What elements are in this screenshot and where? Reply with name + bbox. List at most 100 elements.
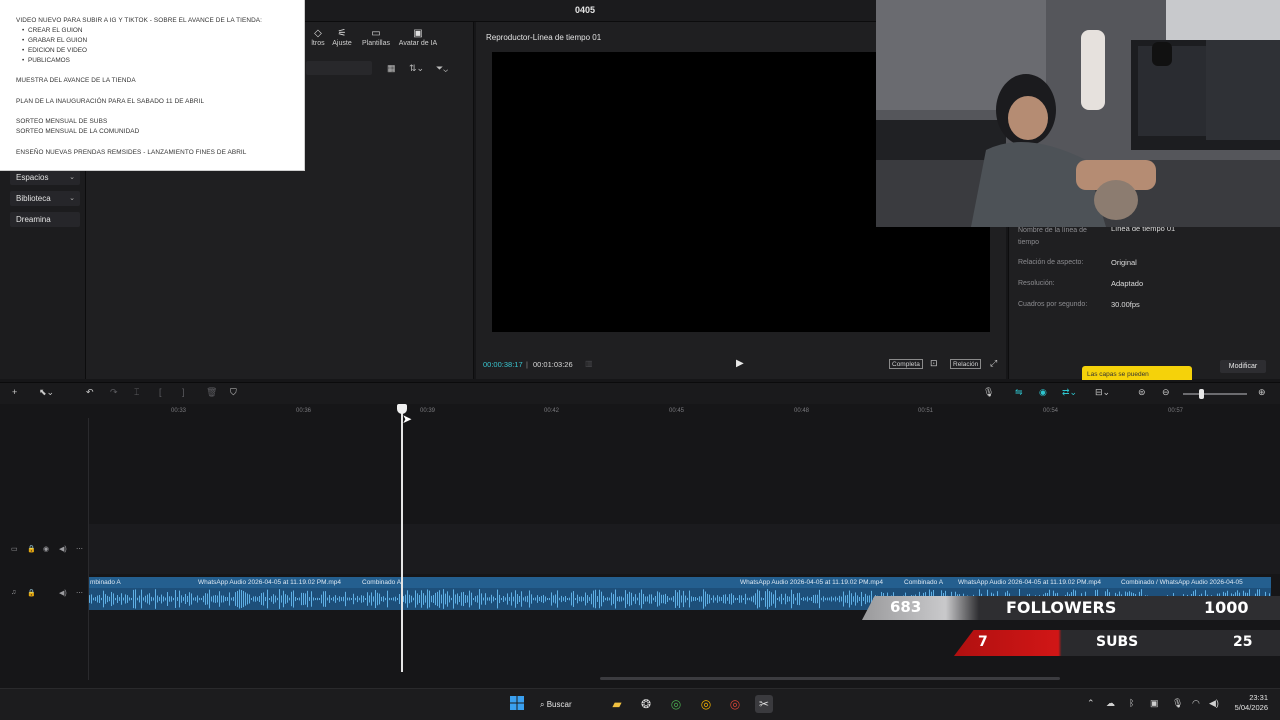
more-icon[interactable]: ⋯ (76, 589, 83, 597)
snap-icon[interactable]: ⇄⌄ (1062, 387, 1077, 398)
trim-right-icon[interactable]: ] (182, 387, 185, 397)
zoom-out-icon[interactable]: ⊖ (1162, 387, 1170, 398)
tick-label: 00:36 (296, 408, 312, 414)
microphone-icon[interactable]: 🎙 (1172, 698, 1183, 709)
undo-icon[interactable]: ↶ (86, 387, 94, 398)
waveform-bar (753, 595, 754, 603)
waveform-bar (119, 597, 120, 601)
waveform-bar (641, 589, 642, 609)
taskbar-search-button[interactable]: ⌕ Buscar (540, 696, 592, 713)
speaker-icon[interactable]: ◀) (59, 589, 67, 597)
eye-icon[interactable]: ◉ (43, 545, 49, 553)
modify-button[interactable]: Modificar (1220, 360, 1266, 373)
microphone-icon[interactable]: 🎙 (983, 387, 994, 398)
magnet-icon[interactable]: ◉ (1039, 387, 1047, 398)
sidebar-item-espacios[interactable]: Espacios ⌄ (10, 170, 80, 185)
waveform-bar (379, 593, 380, 605)
chrome-icon[interactable]: ◎ (726, 695, 744, 713)
clip-label: WhatsApp Audio 2026-04-05 at 11.19.02 PM… (958, 579, 1101, 586)
waveform-bar (439, 590, 440, 608)
zoom-slider[interactable] (1183, 393, 1247, 395)
media-search-input[interactable] (306, 61, 372, 75)
video-track-lane[interactable] (89, 524, 1280, 574)
timecode-icon[interactable]: ▥ (585, 359, 593, 368)
toolbar-templates-button[interactable]: ▭ Plantillas (356, 28, 396, 50)
waveform-bar (321, 594, 322, 604)
waveform-bar (609, 597, 610, 601)
waveform-bar (261, 593, 262, 605)
zoom-in-icon[interactable]: ⊕ (1258, 387, 1266, 398)
zoom-slider-handle[interactable] (1199, 389, 1204, 399)
timeline-scrollbar[interactable] (600, 677, 1060, 680)
waveform-bar (307, 590, 308, 608)
toolbar-avatar-button[interactable]: ▣ Avatar de IA (396, 28, 440, 50)
more-icon[interactable]: ⋯ (76, 545, 83, 553)
waveform-bar (573, 591, 574, 607)
full-quality-button[interactable]: Completa (889, 359, 923, 369)
windows-start-icon[interactable] (508, 695, 526, 713)
chrome-icon[interactable]: ◎ (667, 695, 685, 713)
nvidia-icon[interactable]: ▣ (1150, 698, 1159, 709)
sidebar-item-biblioteca[interactable]: Biblioteca ⌄ (10, 191, 80, 206)
chatgpt-icon[interactable]: ❂ (637, 695, 655, 713)
snapshot-icon[interactable]: ⊡ (930, 358, 938, 369)
waveform-bar (239, 589, 240, 609)
sidebar-item-dreamina[interactable]: Dreamina (10, 212, 80, 227)
waveform-bar (137, 597, 138, 601)
waveform-bar (195, 597, 196, 601)
onedrive-icon[interactable]: ☁ (1106, 698, 1115, 709)
trim-left-icon[interactable]: [ (159, 387, 162, 397)
filter-icon[interactable]: ⏷⌄ (436, 63, 448, 74)
capcut-icon[interactable]: ✂ (755, 695, 773, 713)
waveform-bar (159, 597, 160, 601)
timeline-ruler[interactable] (89, 404, 1280, 418)
speaker-icon[interactable]: ◀) (59, 545, 67, 553)
sort-icon[interactable]: ⇅⌄ (409, 63, 424, 74)
waveform-bar (649, 594, 650, 604)
waveform-bar (495, 597, 496, 601)
waveform-bar (593, 590, 594, 608)
ratio-button[interactable]: Relación (950, 359, 982, 369)
waveform-bar (339, 596, 340, 602)
split-icon[interactable]: ⌶ (134, 387, 139, 398)
chrome-icon[interactable]: ◎ (697, 695, 715, 713)
playhead[interactable] (401, 404, 403, 672)
waveform-bar (369, 595, 370, 603)
file-explorer-icon[interactable]: ▰ (608, 695, 626, 713)
lock-icon[interactable]: 🔒 (27, 545, 36, 553)
waveform-bar (481, 593, 482, 605)
delete-icon[interactable]: 🗑 (206, 387, 217, 398)
waveform-bar (403, 596, 404, 602)
lock-icon[interactable]: 🔒 (27, 589, 36, 597)
add-track-icon[interactable]: + (12, 387, 17, 397)
waveform-bar (219, 591, 220, 607)
waveform-bar (437, 591, 438, 607)
waveform-bar (331, 597, 332, 601)
chevron-up-icon[interactable]: ⌃ (1087, 698, 1095, 709)
waveform-bar (249, 594, 250, 604)
volume-icon[interactable]: ◀) (1209, 698, 1219, 709)
waveform-bar (329, 595, 330, 603)
subtitle-icon[interactable]: ⊜ (1138, 387, 1146, 398)
fullscreen-icon[interactable]: ⤢ (990, 358, 997, 369)
waveform-bar (173, 597, 174, 601)
subs-current: 7 (978, 634, 988, 650)
waveform-bar (689, 590, 690, 608)
taskbar-clock[interactable]: 23:31 5/04/2026 (1226, 693, 1268, 713)
waveform-bar (349, 597, 350, 601)
waveform-bar (463, 591, 464, 607)
play-button[interactable]: ▶ (736, 358, 744, 369)
bluetooth-icon[interactable]: ᛒ (1129, 698, 1134, 708)
grid-view-icon[interactable]: ▦ (387, 63, 396, 74)
redo-icon[interactable]: ↷ (110, 387, 118, 398)
shield-icon[interactable]: ⛉ (230, 387, 237, 398)
waveform-bar (769, 591, 770, 607)
wifi-icon[interactable]: ◠ (1192, 698, 1200, 709)
notes-bullet: GRABAR EL GUION (22, 37, 87, 44)
select-tool-icon[interactable]: ⬉⌄ (39, 387, 54, 398)
waveform-bar (295, 596, 296, 602)
waveform-bar (555, 594, 556, 604)
preview-axis-icon[interactable]: ⊟⌄ (1095, 387, 1110, 398)
link-icon[interactable]: ⇋ (1015, 387, 1023, 398)
waveform-bar (731, 593, 732, 605)
